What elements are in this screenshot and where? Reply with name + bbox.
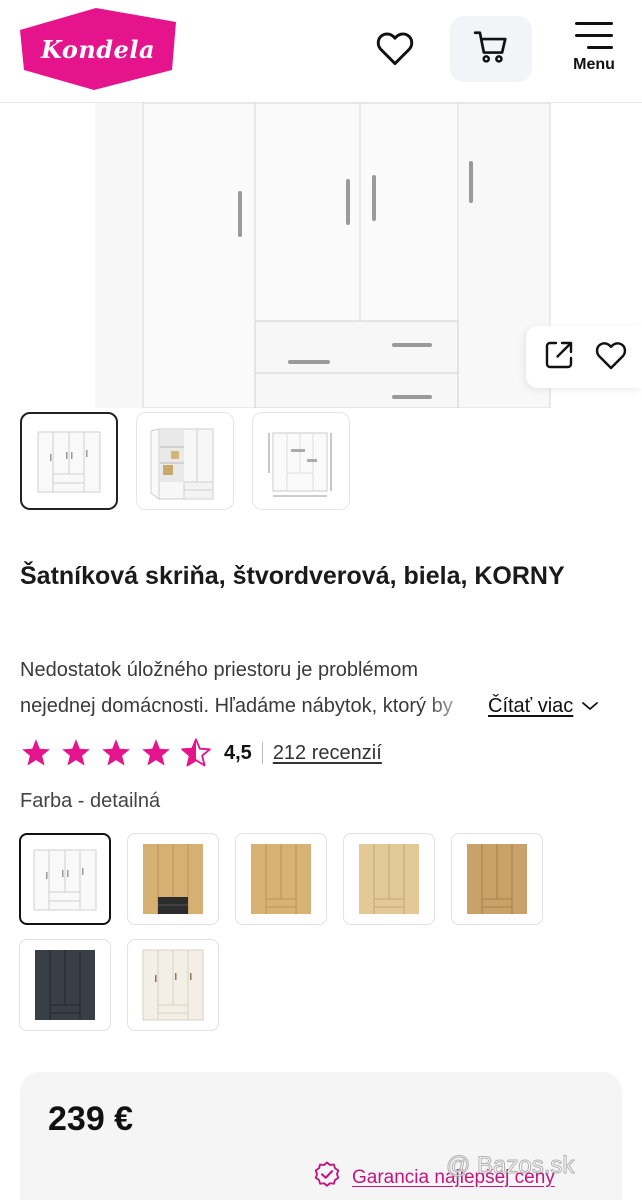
color-variant-oak-rustic[interactable]: [451, 833, 543, 925]
star-icon: [140, 738, 172, 768]
rating-value: 4,5: [224, 741, 252, 764]
read-more-link[interactable]: Čítať viac: [488, 688, 600, 724]
thumbnail-wardrobe-front[interactable]: [20, 412, 118, 510]
watermark: @ Bazos.sk: [445, 1152, 575, 1180]
product-description: Nedostatok úložného priestoru je problém…: [20, 652, 620, 724]
thumbnail-strip: [20, 412, 350, 510]
image-actions: [526, 326, 642, 388]
logo-text: Kondela: [40, 34, 155, 64]
favorites-button[interactable]: [372, 28, 418, 72]
divider: [261, 742, 263, 764]
product-rating: 4,5 212 recenzií: [20, 734, 382, 772]
description-text: Nedostatok úložného priestoru je problém…: [20, 659, 453, 717]
share-icon[interactable]: [541, 337, 577, 377]
color-variant-oak-light[interactable]: [343, 833, 435, 925]
color-variants: [19, 833, 549, 1031]
half-star-icon: [180, 738, 212, 768]
rating-stars: [20, 738, 212, 768]
heart-icon[interactable]: [594, 340, 628, 374]
hamburger-icon: [575, 22, 613, 50]
menu-label: Menu: [573, 56, 615, 73]
color-variant-white[interactable]: [19, 833, 111, 925]
kondela-logo[interactable]: Kondela: [20, 8, 176, 90]
star-icon: [60, 738, 92, 768]
cart-icon: [471, 28, 511, 70]
color-variant-oak-black[interactable]: [127, 833, 219, 925]
thumbnail-wardrobe-dimensions[interactable]: [252, 412, 350, 510]
thumbnail-wardrobe-open[interactable]: [136, 412, 234, 510]
product-price: 239 €: [48, 1100, 134, 1138]
menu-button[interactable]: Menu: [566, 20, 622, 84]
badge-check-icon: [312, 1160, 342, 1196]
color-label: Farba - detailná: [20, 790, 161, 812]
star-icon: [100, 738, 132, 768]
site-header: Kondela Menu: [0, 0, 642, 103]
color-variant-anthracite[interactable]: [19, 939, 111, 1031]
reviews-link[interactable]: 212 recenzií: [273, 742, 382, 765]
heart-icon: [375, 30, 415, 70]
cart-button[interactable]: [450, 16, 532, 82]
star-icon: [20, 738, 52, 768]
color-variant-cream[interactable]: [127, 939, 219, 1031]
product-title: Šatníková skriňa, štvordverová, biela, K…: [20, 562, 565, 590]
chevron-down-icon: [581, 688, 599, 724]
read-more-label: Čítať viac: [488, 695, 574, 717]
color-variant-oak[interactable]: [235, 833, 327, 925]
price-box: 239 € Garancia najlepšej ceny: [20, 1072, 622, 1200]
